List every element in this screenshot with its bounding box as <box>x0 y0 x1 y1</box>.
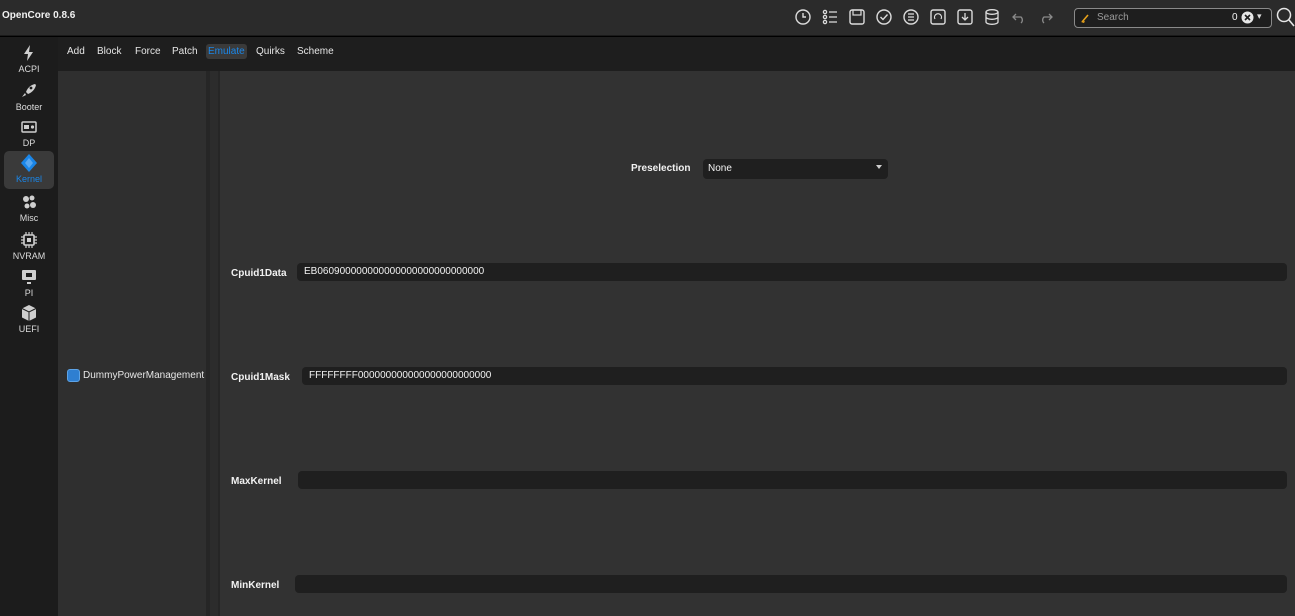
app-title: OpenCore 0.8.6 <box>2 10 76 21</box>
sidebar-item-label: Misc <box>19 213 39 223</box>
sidebar-item-label: Kernel <box>15 174 42 184</box>
minkernel-label: MinKernel <box>231 580 280 591</box>
monitor-icon <box>22 270 36 284</box>
main-content: DummyPowerManagement Preselection None C… <box>58 71 1295 616</box>
history-icon[interactable] <box>792 6 814 28</box>
sidebar-item-label: NVRAM <box>12 251 46 261</box>
search-placeholder: Search <box>1097 12 1129 23</box>
list-icon[interactable] <box>819 6 841 28</box>
chip-icon <box>21 232 37 248</box>
tab-force[interactable]: Force <box>135 46 161 57</box>
maxkernel-label: MaxKernel <box>231 476 282 487</box>
kernel-icon <box>21 154 37 172</box>
broom-icon <box>1081 14 1089 23</box>
misc-icon <box>23 195 36 209</box>
cpuid1data-label: Cpuid1Data <box>231 268 287 279</box>
check-icon[interactable] <box>873 6 895 28</box>
maxkernel-field[interactable] <box>298 471 1287 489</box>
entry-label: DummyPowerManagement <box>83 370 205 381</box>
sidebar-item-label: PI <box>24 288 34 298</box>
chevron-down-icon <box>876 165 882 169</box>
preselection-value: None <box>708 163 732 174</box>
clear-icon[interactable] <box>1241 11 1254 24</box>
search-input[interactable]: Search 0 ▾ <box>1074 8 1272 28</box>
preselection-select[interactable]: None <box>703 159 888 179</box>
search-icon[interactable] <box>1276 6 1295 28</box>
cpuid1mask-field[interactable]: FFFFFFFF000000000000000000000000 <box>302 367 1287 385</box>
sidebar-item-label: UEFI <box>18 324 40 334</box>
sidebar-item-booter[interactable]: Booter <box>4 79 54 117</box>
sidebar-item-acpi[interactable]: ACPI <box>4 41 54 79</box>
checklist-icon[interactable] <box>900 6 922 28</box>
divider <box>210 71 220 616</box>
tab-add[interactable]: Add <box>67 46 85 57</box>
title-bar: OpenCore 0.8.6 Search 0 ▾ <box>0 0 1295 36</box>
cpuid1data-field[interactable]: EB060900000000000000000000000000 <box>297 263 1287 281</box>
sidebar-item-label: DP <box>22 138 36 148</box>
tab-bar: Add Block Force Patch Emulate Quirks Sch… <box>58 37 1295 71</box>
sidebar-item-label: Booter <box>15 102 43 112</box>
tab-patch[interactable]: Patch <box>172 46 198 57</box>
tab-emulate[interactable]: Emulate <box>206 44 247 59</box>
sidebar: ACPI Booter DP Kernel Misc NVRAM PI UEFI <box>0 37 58 616</box>
list-item[interactable]: DummyPowerManagement <box>67 369 204 382</box>
cpuid1mask-label: Cpuid1Mask <box>231 372 290 383</box>
bolt-icon <box>24 45 33 61</box>
sidebar-item-label: ACPI <box>18 64 40 74</box>
toolbar <box>792 6 1057 28</box>
preselection-label: Preselection <box>631 163 691 174</box>
database-icon[interactable] <box>981 6 1003 28</box>
minkernel-field[interactable] <box>295 575 1287 593</box>
sidebar-item-dp[interactable]: DP <box>4 115 54 153</box>
save-icon[interactable] <box>846 6 868 28</box>
entry-list: DummyPowerManagement <box>58 71 206 616</box>
import-icon[interactable] <box>954 6 976 28</box>
sidebar-item-kernel[interactable]: Kernel <box>4 151 54 189</box>
redo-icon[interactable] <box>1035 6 1057 28</box>
sidebar-item-nvram[interactable]: NVRAM <box>4 228 54 266</box>
box-icon <box>21 305 37 321</box>
device-icon <box>21 121 37 133</box>
refresh-doc-icon[interactable] <box>927 6 949 28</box>
sidebar-item-pi[interactable]: PI <box>4 265 54 303</box>
sidebar-item-uefi[interactable]: UEFI <box>4 301 54 339</box>
tab-scheme[interactable]: Scheme <box>297 46 334 57</box>
sidebar-item-misc[interactable]: Misc <box>4 190 54 228</box>
search-count: 0 <box>1232 12 1238 23</box>
rocket-icon <box>22 84 36 97</box>
undo-icon[interactable] <box>1008 6 1030 28</box>
tab-quirks[interactable]: Quirks <box>256 46 285 57</box>
entry-checkbox[interactable] <box>67 369 80 382</box>
tab-block[interactable]: Block <box>97 46 121 57</box>
search-dropdown-icon[interactable]: ▾ <box>1257 11 1262 22</box>
